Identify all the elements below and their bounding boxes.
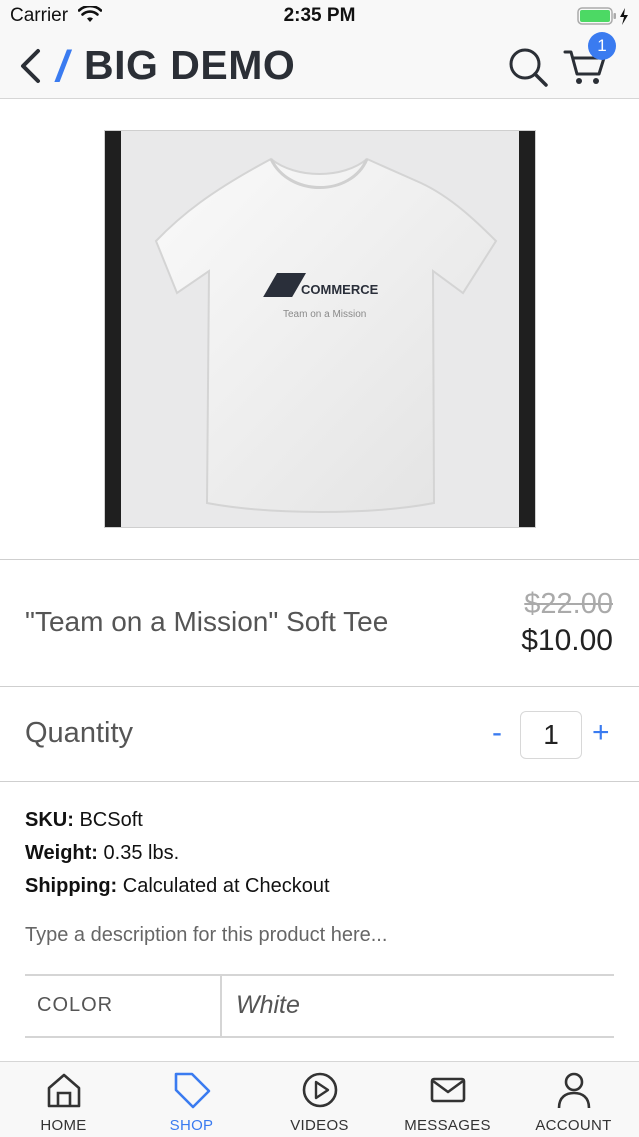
tab-messages[interactable]: MESSAGES — [384, 1062, 511, 1137]
tag-icon — [174, 1072, 211, 1109]
tab-account[interactable]: ACCOUNT — [510, 1062, 637, 1137]
tab-label: VIDEOS — [290, 1117, 349, 1134]
sku-value: BCSoft — [79, 809, 143, 831]
play-icon — [302, 1072, 338, 1108]
option-divider — [220, 976, 222, 1036]
product-description: Type a description for this product here… — [25, 924, 388, 946]
divider — [0, 559, 639, 560]
search-icon[interactable] — [506, 45, 550, 89]
option-name: COLOR — [37, 994, 114, 1016]
tab-bar: HOME SHOP VIDEOS MESSAGES ACCOUNT — [0, 1061, 639, 1137]
nav-bar: / BIG DEMO 1 — [0, 32, 639, 99]
status-bar: Carrier 2:35 PM — [0, 0, 639, 34]
original-price: $22.00 — [524, 588, 613, 620]
tshirt-illustration: COMMERCE Team on a Mission — [154, 157, 498, 513]
quantity-decrement-button[interactable]: - — [492, 716, 502, 750]
tab-label: HOME — [40, 1117, 87, 1134]
quantity-input[interactable]: 1 — [520, 711, 582, 759]
product-name: "Team on a Mission" Soft Tee — [25, 606, 389, 637]
shipping-value: Calculated at Checkout — [122, 875, 330, 897]
tab-label: ACCOUNT — [535, 1117, 612, 1134]
quantity-label: Quantity — [25, 717, 133, 749]
tab-videos[interactable]: VIDEOS — [256, 1062, 383, 1137]
svg-text:Team on a Mission: Team on a Mission — [283, 309, 366, 320]
quantity-increment-button[interactable]: + — [592, 716, 610, 750]
brand-slash-icon: / — [56, 42, 69, 91]
tab-home[interactable]: HOME — [0, 1062, 127, 1137]
back-chevron-icon[interactable] — [16, 48, 44, 84]
divider — [0, 686, 639, 687]
sku-label: SKU: — [25, 809, 74, 831]
color-option-row[interactable]: COLOR White — [25, 974, 614, 1038]
tab-shop[interactable]: SHOP — [128, 1062, 255, 1137]
cart-count-badge: 1 — [588, 32, 616, 60]
shipping-row: Shipping: Calculated at Checkout — [25, 875, 330, 898]
mail-icon — [430, 1077, 466, 1103]
user-icon — [557, 1072, 591, 1109]
tab-label: MESSAGES — [404, 1117, 491, 1134]
svg-text:COMMERCE: COMMERCE — [301, 282, 379, 297]
brand-title: BIG DEMO — [84, 42, 296, 88]
sku-row: SKU: BCSoft — [25, 809, 143, 832]
home-icon — [47, 1073, 81, 1108]
weight-row: Weight: 0.35 lbs. — [25, 842, 179, 865]
product-photo: COMMERCE Team on a Mission — [121, 131, 519, 527]
divider — [0, 781, 639, 782]
sale-price: $10.00 — [521, 624, 613, 657]
product-image[interactable]: COMMERCE Team on a Mission — [104, 130, 536, 528]
weight-label: Weight: — [25, 842, 98, 864]
clock: 2:35 PM — [283, 5, 356, 26]
option-value[interactable]: White — [236, 991, 300, 1020]
tab-label: SHOP — [169, 1117, 214, 1134]
weight-value: 0.35 lbs. — [103, 842, 180, 864]
battery-icon — [577, 7, 628, 25]
shipping-label: Shipping: — [25, 875, 118, 897]
